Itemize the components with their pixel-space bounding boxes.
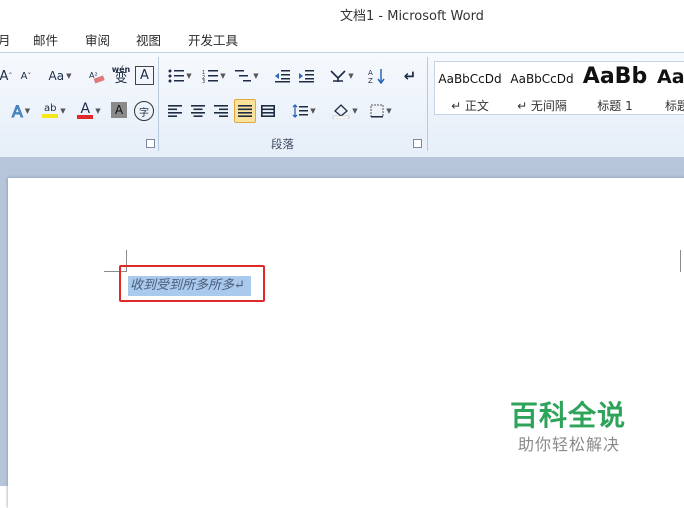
ribbon: Aˆ Aˇ Aa▼ A² wén 变 A A▼ ab ▼ A ▼ A 字 ▼ — [0, 52, 684, 158]
justify-button[interactable] — [234, 99, 256, 123]
bullets-icon — [168, 69, 185, 83]
align-right-icon — [214, 105, 228, 117]
tab-view[interactable]: 视图 — [136, 30, 161, 49]
chinese-layout-icon — [330, 70, 346, 82]
sort-button[interactable]: AZ — [366, 65, 388, 87]
align-center-button[interactable] — [188, 100, 208, 122]
annotation-highlight-box — [119, 265, 265, 302]
numbering-button[interactable]: 1 2 3 ▼ — [200, 65, 228, 87]
highlight-color-swatch — [42, 114, 59, 118]
style-no-spacing[interactable]: AaBbCcDd ↵ 无间隔 — [507, 62, 577, 114]
style-heading-1[interactable]: AaBb 标题 1 — [579, 62, 651, 114]
chinese-layout-button[interactable]: ▼ — [328, 65, 356, 87]
align-left-button[interactable] — [165, 100, 185, 122]
ribbon-tabs: 月 邮件 审阅 视图 开发工具 — [0, 24, 684, 52]
text-effects-button[interactable]: A ▼ — [6, 100, 36, 122]
paint-bucket-icon — [333, 104, 350, 119]
increase-indent-icon — [299, 70, 314, 83]
distributed-button[interactable] — [258, 100, 278, 122]
borders-icon — [370, 104, 384, 118]
watermark-title: 百科全说 — [510, 399, 627, 432]
character-shading-button[interactable]: A — [111, 102, 127, 118]
change-case-button[interactable]: Aa ▼ — [46, 65, 74, 87]
sort-icon: AZ — [368, 69, 385, 84]
tab-references[interactable]: 月 — [0, 30, 11, 49]
tab-review[interactable]: 审阅 — [85, 30, 110, 49]
increase-indent-button[interactable] — [296, 65, 316, 87]
enclose-characters-button[interactable]: 字 — [134, 101, 154, 121]
svg-text:Z: Z — [368, 77, 373, 84]
show-hide-marks-button[interactable]: ↵ — [400, 65, 420, 87]
svg-text:3: 3 — [202, 79, 205, 83]
align-center-icon — [191, 105, 205, 117]
group-separator — [158, 57, 159, 151]
watermark-subtitle: 助你轻松解决 — [518, 435, 621, 454]
line-spacing-icon — [292, 104, 309, 118]
grow-font-button[interactable]: Aˆ — [0, 65, 14, 87]
style-normal[interactable]: AaBbCcDd ↵ 正文 — [435, 62, 505, 114]
shading-button[interactable]: ▼ — [330, 100, 360, 122]
tab-developer[interactable]: 开发工具 — [188, 30, 238, 49]
document-page[interactable] — [8, 178, 684, 508]
decrease-indent-icon — [275, 70, 290, 83]
align-right-button[interactable] — [211, 100, 231, 122]
character-border-button[interactable]: A — [135, 66, 154, 85]
paragraph-group-label: 段落 — [271, 137, 294, 151]
font-dialog-launcher[interactable] — [146, 139, 155, 148]
decrease-indent-button[interactable] — [272, 65, 292, 87]
align-left-icon — [168, 105, 182, 117]
svg-text:A: A — [368, 69, 373, 77]
line-spacing-button[interactable]: ▼ — [290, 100, 318, 122]
group-separator — [427, 57, 428, 151]
paragraph-dialog-launcher[interactable] — [413, 139, 422, 148]
font-color-swatch — [77, 115, 94, 119]
shrink-font-button[interactable]: Aˇ — [18, 65, 34, 87]
numbering-icon: 123 — [202, 70, 219, 83]
crop-mark — [680, 250, 681, 272]
phonetic-guide-button[interactable]: wén 变 — [110, 63, 132, 85]
justify-icon — [238, 105, 252, 117]
bullets-button[interactable]: ▼ — [166, 65, 194, 87]
multilevel-list-icon — [235, 70, 252, 82]
style-title[interactable]: AaI 标题 — [653, 62, 684, 114]
font-color-button[interactable]: A ▼ — [74, 100, 104, 122]
eraser-icon: A² — [89, 71, 105, 84]
borders-button[interactable]: ▼ — [366, 100, 396, 122]
multilevel-list-button[interactable]: ▼ — [233, 65, 261, 87]
title-bar: 文档1 - Microsoft Word — [0, 0, 684, 24]
tab-mailings[interactable]: 邮件 — [33, 30, 58, 49]
text-highlight-button[interactable]: ab ▼ — [38, 100, 70, 122]
distributed-icon — [261, 105, 275, 117]
window-title: 文档1 - Microsoft Word — [340, 9, 484, 24]
clear-format-button[interactable]: A² — [86, 65, 108, 87]
styles-gallery: AaBbCcDd ↵ 正文 AaBbCcDd ↵ 无间隔 AaBb 标题 1 A… — [434, 61, 684, 115]
